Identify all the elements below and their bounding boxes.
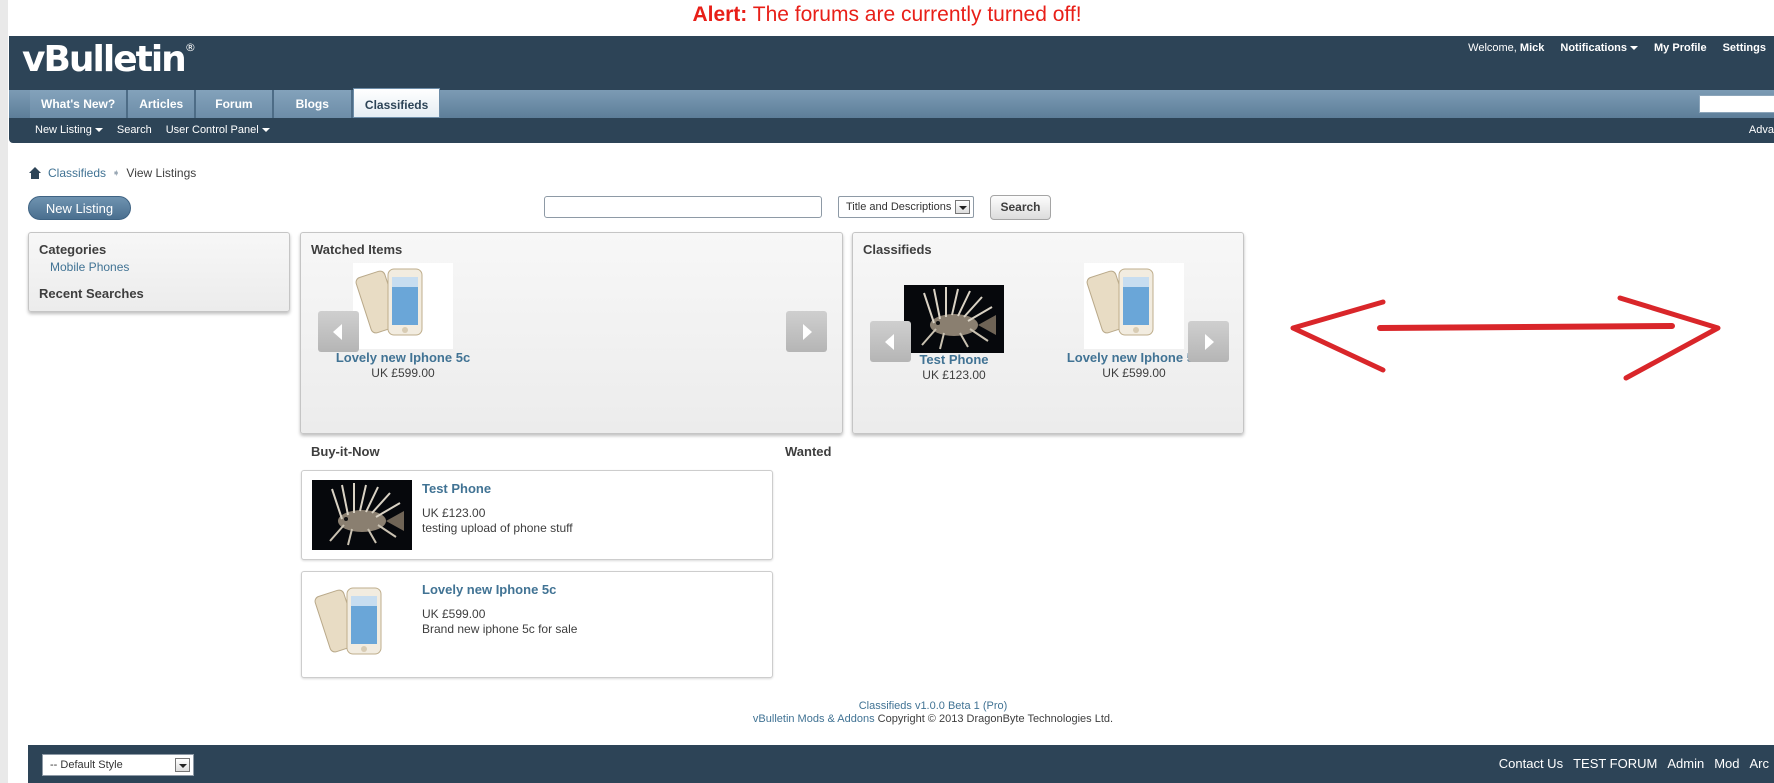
tab-blogs[interactable]: Blogs	[273, 90, 353, 118]
listing-description: Brand new iphone 5c for sale	[422, 622, 578, 636]
welcome-text: Welcome, Mick	[1460, 40, 1552, 56]
new-listing-button[interactable]: New Listing	[28, 196, 131, 220]
notifications-menu[interactable]: Notifications	[1552, 40, 1646, 56]
classified-item-title[interactable]: Test Phone	[894, 352, 1014, 367]
footer-mod[interactable]: Mod	[1709, 745, 1744, 783]
tab-classifieds[interactable]: Classifieds	[352, 88, 441, 118]
username-link[interactable]: Mick	[1520, 42, 1544, 54]
mods-addons-link[interactable]: vBulletin Mods & Addons	[753, 713, 875, 725]
lionfish-thumbnail-icon	[329, 483, 404, 546]
search-scope-select[interactable]: Title and Descriptions	[838, 196, 974, 218]
listing-price: UK £123.00	[422, 506, 486, 520]
settings-link[interactable]: Settings	[1715, 40, 1774, 56]
site-header: vBulletin® Welcome, Mick Notifications M…	[9, 36, 1774, 90]
tab-articles[interactable]: Articles	[128, 90, 197, 118]
buy-it-now-title: Buy-it-Now	[311, 444, 380, 459]
iphone-thumbnail-icon	[355, 268, 423, 336]
listing-description: testing upload of phone stuff	[422, 521, 573, 535]
watched-item-price: UK £599.00	[371, 366, 435, 380]
welcome-label: Welcome,	[1468, 42, 1517, 54]
iphone-thumbnail-icon	[314, 587, 382, 655]
alert-label: Alert:	[692, 3, 748, 26]
recent-searches-title: Recent Searches	[39, 286, 144, 301]
watched-item-image[interactable]	[353, 263, 453, 349]
categories-panel: Categories Mobile Phones Recent Searches	[28, 232, 290, 312]
footer-links: Contact Us TEST FORUM Admin Mod Arc	[1494, 745, 1774, 783]
classifieds-title: Classifieds	[863, 242, 932, 257]
logo-text: vBulletin	[22, 39, 187, 80]
breadcrumb-current: View Listings	[126, 166, 197, 180]
chevron-down-icon	[261, 128, 270, 133]
home-icon[interactable]	[28, 166, 42, 180]
double-arrow-annotation-icon	[1290, 295, 1721, 381]
subnav-search[interactable]: Search	[117, 118, 152, 143]
user-toplinks: Welcome, Mick Notifications My Profile S…	[1460, 40, 1774, 56]
watched-items-title: Watched Items	[311, 242, 403, 257]
dropdown-arrow-icon	[955, 200, 970, 214]
site-footer: -- Default Style Contact Us TEST FORUM A…	[28, 745, 1774, 783]
listing-title[interactable]: Test Phone	[422, 481, 491, 496]
subnav-user-cp-label: User Control Panel	[165, 124, 259, 136]
advanced-search-link[interactable]: Adva	[1749, 118, 1774, 143]
listing-image-fish[interactable]	[312, 480, 412, 550]
lionfish-thumbnail-icon	[921, 287, 996, 350]
subnav-user-control-panel[interactable]: User Control Panel	[166, 118, 270, 143]
breadcrumb: Classifieds ➧ View Listings	[28, 166, 196, 180]
classified-item-price: UK £599.00	[1102, 366, 1166, 380]
subnav-new-listing[interactable]: New Listing	[35, 118, 103, 143]
search-input[interactable]	[544, 196, 822, 218]
main-nav-tabs: What's New? Articles Forum Blogs Classif…	[9, 88, 1774, 118]
footer-admin[interactable]: Admin	[1662, 745, 1709, 783]
style-chooser-select[interactable]: -- Default Style	[42, 754, 194, 776]
breadcrumb-separator-icon: ➧	[112, 167, 121, 179]
footer-test-forum[interactable]: TEST FORUM	[1568, 745, 1662, 783]
listing-card[interactable]: Test Phone UK £123.00 testing upload of …	[301, 470, 773, 560]
classified-item-image-phone[interactable]	[1084, 263, 1184, 349]
category-mobile-phones[interactable]: Mobile Phones	[50, 260, 129, 274]
classified-item-price: UK £123.00	[922, 368, 986, 382]
wanted-title: Wanted	[785, 444, 832, 459]
tab-whats-new[interactable]: What's New?	[30, 90, 129, 118]
quick-search-input[interactable]	[1699, 95, 1774, 113]
vbulletin-logo[interactable]: vBulletin®	[22, 39, 196, 80]
alert-message: The forums are currently turned off!	[752, 3, 1082, 26]
watched-items-panel: Watched Items Lovely new Iphone 5c UK £5…	[300, 232, 843, 434]
classified-item-image-fish[interactable]	[904, 285, 1004, 353]
style-chooser-value: -- Default Style	[50, 759, 123, 771]
chevron-down-icon	[1630, 46, 1639, 51]
carousel-prev-icon[interactable]	[318, 311, 359, 352]
product-version-link[interactable]: Classifieds v1.0.0 Beta 1 (Pro)	[0, 700, 1774, 713]
chevron-down-icon	[94, 128, 103, 133]
notifications-label: Notifications	[1560, 42, 1628, 54]
dropdown-arrow-icon	[175, 758, 190, 772]
listing-price: UK £599.00	[422, 607, 486, 621]
registered-mark: ®	[184, 41, 196, 54]
search-scope-value: Title and Descriptions	[846, 201, 952, 213]
copyright-line: vBulletin Mods & Addons Copyright © 2013…	[0, 713, 1774, 726]
breadcrumb-classifieds[interactable]: Classifieds	[48, 166, 106, 180]
carousel-next-icon[interactable]	[1188, 321, 1229, 362]
watched-item-title[interactable]: Lovely new Iphone 5c	[331, 350, 475, 365]
tab-forum[interactable]: Forum	[196, 90, 274, 118]
search-button[interactable]: Search	[990, 195, 1051, 220]
footer-contact-us[interactable]: Contact Us	[1494, 745, 1568, 783]
subnav-new-listing-label: New Listing	[35, 124, 92, 136]
footer-archive[interactable]: Arc	[1745, 745, 1774, 783]
iphone-thumbnail-icon	[1086, 268, 1154, 336]
copyright-text: Copyright © 2013 DragonByte Technologies…	[877, 713, 1114, 725]
alert-banner: Alert: The forums are currently turned o…	[0, 0, 1774, 31]
categories-title: Categories	[39, 242, 107, 257]
classifieds-panel: Classifieds Test Phone UK £123.00 Lovely…	[852, 232, 1244, 434]
listing-card[interactable]: Lovely new Iphone 5c UK £599.00 Brand ne…	[301, 571, 773, 678]
listing-title[interactable]: Lovely new Iphone 5c	[422, 582, 556, 597]
carousel-prev-icon[interactable]	[870, 321, 911, 362]
listing-image-phone[interactable]	[312, 582, 412, 668]
credits: Classifieds v1.0.0 Beta 1 (Pro) vBulleti…	[0, 700, 1774, 726]
page-gutter	[0, 0, 8, 783]
carousel-next-icon[interactable]	[786, 311, 827, 352]
sub-navigation: New Listing Search User Control Panel Ad…	[9, 118, 1774, 143]
my-profile-link[interactable]: My Profile	[1646, 40, 1715, 56]
